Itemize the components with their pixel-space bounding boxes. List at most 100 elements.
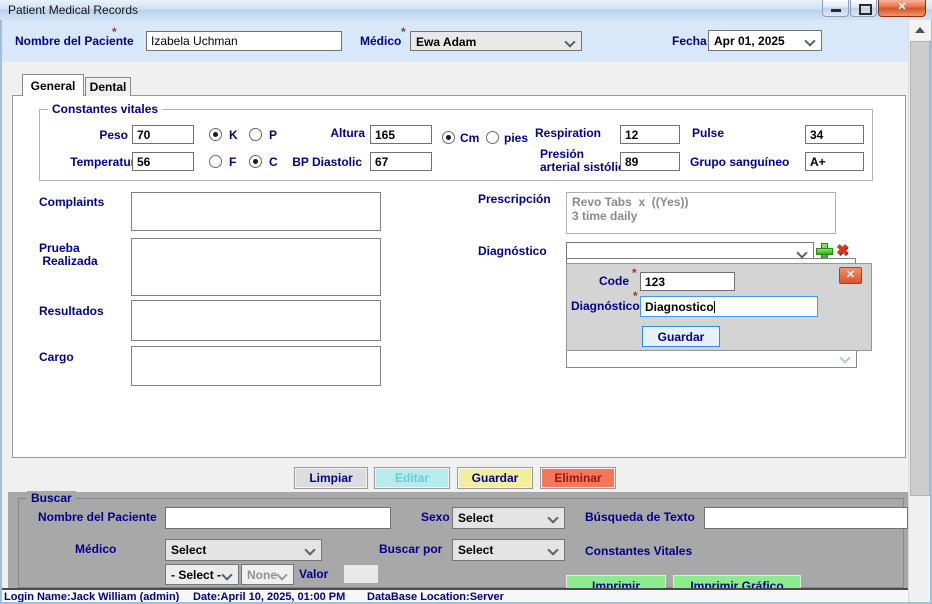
medico-select[interactable]: Ewa Adam (410, 31, 582, 51)
cargo-textarea[interactable] (131, 346, 381, 386)
window-title: Patient Medical Records (8, 3, 138, 17)
prescripcion-textarea[interactable]: Revo Tabs x ((Yes)) 3 time daily (566, 192, 836, 234)
eliminar-label: Eliminar (554, 471, 601, 485)
popup-close-button[interactable]: ✕ (839, 267, 862, 284)
vitals-groupbox: Constantes vitales Peso K P Altura Cm pi… (39, 109, 873, 181)
peso-unit-k-radio[interactable] (209, 128, 222, 141)
cargo-label: Cargo (39, 351, 74, 364)
scrollbar-thumb[interactable] (910, 41, 930, 496)
fecha-value: Apr 01, 2025 (714, 34, 785, 48)
chevron-down-icon (839, 352, 850, 363)
popup-guardar-button[interactable]: Guardar (642, 326, 720, 347)
buscar-por-value: Select (458, 543, 493, 557)
buscar-nombre-input[interactable] (165, 507, 391, 529)
chevron-down-icon (276, 569, 287, 580)
add-diagnostico-button[interactable] (817, 244, 832, 259)
pulse-label: Pulse (692, 127, 724, 140)
complaints-label: Complaints (39, 196, 104, 209)
complaints-textarea[interactable] (131, 192, 381, 231)
maximize-button[interactable] (850, 0, 877, 17)
grupo-sanguineo-input[interactable] (805, 152, 864, 171)
code-label: Code (589, 275, 629, 288)
resultados-textarea[interactable] (131, 300, 381, 341)
diagnostico-popup: Code * Diagnóstico * Diagnostico Guardar… (566, 263, 872, 351)
buscar-medico-value: Select (171, 543, 206, 557)
code-input[interactable] (640, 272, 735, 291)
altura-unit-pies-radio[interactable] (486, 131, 499, 144)
buscar-por-select[interactable]: Select (452, 539, 565, 561)
peso-unit-p-radio[interactable] (249, 128, 262, 141)
buscar-por-label: Buscar por (379, 543, 442, 556)
medico-label: Médico (360, 35, 401, 48)
prueba-realizada-textarea[interactable] (131, 238, 381, 296)
criteria-select[interactable]: - Select - (165, 564, 239, 585)
close-icon: ✕ (897, 1, 906, 13)
limpiar-button[interactable]: Limpiar (294, 467, 368, 489)
medico-selected-value: Ewa Adam (416, 35, 476, 49)
popup-diagnostico-label: Diagnóstico (571, 300, 636, 313)
popup-diagnostico-value: Diagnostico (645, 300, 714, 314)
respiration-input[interactable] (620, 125, 680, 144)
criteria-value: - Select - (171, 568, 221, 582)
status-date: Date:April 10, 2025, 01:00 PM (193, 591, 345, 602)
app-window: Patient Medical Records ✕ Nombre del Pac… (0, 0, 932, 604)
tab-general-label: General (31, 79, 76, 93)
temp-unit-f-radio[interactable] (209, 155, 222, 168)
buscar-sexo-label: Sexo (421, 511, 450, 524)
arrow-up-icon (915, 27, 925, 33)
status-database: DataBase Location:Server (367, 591, 504, 602)
popup-close-icon: ✕ (846, 269, 855, 281)
patient-name-input[interactable] (146, 31, 342, 51)
temp-unit-c-radio[interactable] (249, 155, 262, 168)
fecha-label: Fecha (672, 35, 707, 48)
busqueda-texto-label: Búsqueda de Texto (585, 511, 695, 524)
patient-name-required-marker: * (112, 25, 117, 39)
grupo-sanguineo-label: Grupo sanguíneo (690, 156, 789, 169)
temp-unit-f-label: F (229, 156, 236, 169)
bp-diastolic-input[interactable] (370, 152, 432, 171)
guardar-label: Guardar (472, 471, 519, 485)
temp-unit-c-label: C (269, 156, 278, 169)
buscar-medico-select[interactable]: Select (165, 539, 322, 561)
presion-sistolica-input[interactable] (620, 152, 680, 171)
delete-x-icon: ✖ (836, 243, 849, 258)
scrollbar-up-button[interactable] (909, 20, 931, 40)
peso-unit-p-label: P (269, 129, 277, 142)
popup-diagnostico-required-marker: * (633, 289, 638, 303)
vertical-scrollbar[interactable] (908, 20, 930, 602)
tab-general[interactable]: General (22, 74, 84, 96)
prescripcion-label: Prescripción (478, 193, 551, 206)
code-required-marker: * (632, 266, 637, 280)
pulse-input[interactable] (805, 125, 864, 144)
eliminar-button[interactable]: Eliminar (540, 467, 616, 489)
altura-unit-pies-label: pies (504, 132, 528, 145)
operator-value: None (247, 568, 277, 582)
vitals-group-title: Constantes vitales (48, 102, 162, 116)
status-login: Login Name:Jack William (admin) (4, 591, 179, 602)
operator-select[interactable]: None (241, 564, 294, 585)
busqueda-texto-input[interactable] (704, 507, 908, 529)
peso-input[interactable] (132, 125, 194, 144)
temperatura-input[interactable] (132, 152, 194, 171)
editar-button[interactable]: Editar (374, 467, 450, 489)
titlebar: Patient Medical Records ✕ (0, 0, 932, 21)
close-button[interactable]: ✕ (878, 0, 926, 17)
popup-diagnostico-input[interactable]: Diagnostico (640, 296, 818, 317)
buscar-sexo-select[interactable]: Select (452, 507, 565, 529)
chevron-down-icon (547, 544, 558, 555)
constantes-vitales-label: Constantes Vitales (585, 545, 692, 558)
peso-unit-k-label: K (229, 129, 238, 142)
tab-dental[interactable]: Dental (85, 77, 131, 96)
minimize-button[interactable] (822, 0, 849, 17)
altura-input[interactable] (370, 125, 432, 144)
fecha-datepicker[interactable]: Apr 01, 2025 (708, 30, 822, 51)
buscar-sexo-value: Select (458, 511, 493, 525)
prueba-realizada-label: Prueba Realizada (39, 242, 98, 268)
minimize-icon (831, 9, 841, 12)
valor-input[interactable] (343, 564, 379, 584)
chevron-down-icon (547, 512, 558, 523)
altura-unit-cm-radio[interactable] (442, 131, 455, 144)
chevron-down-icon (564, 36, 575, 47)
guardar-button[interactable]: Guardar (457, 467, 533, 489)
buscar-medico-label: Médico (75, 543, 116, 556)
